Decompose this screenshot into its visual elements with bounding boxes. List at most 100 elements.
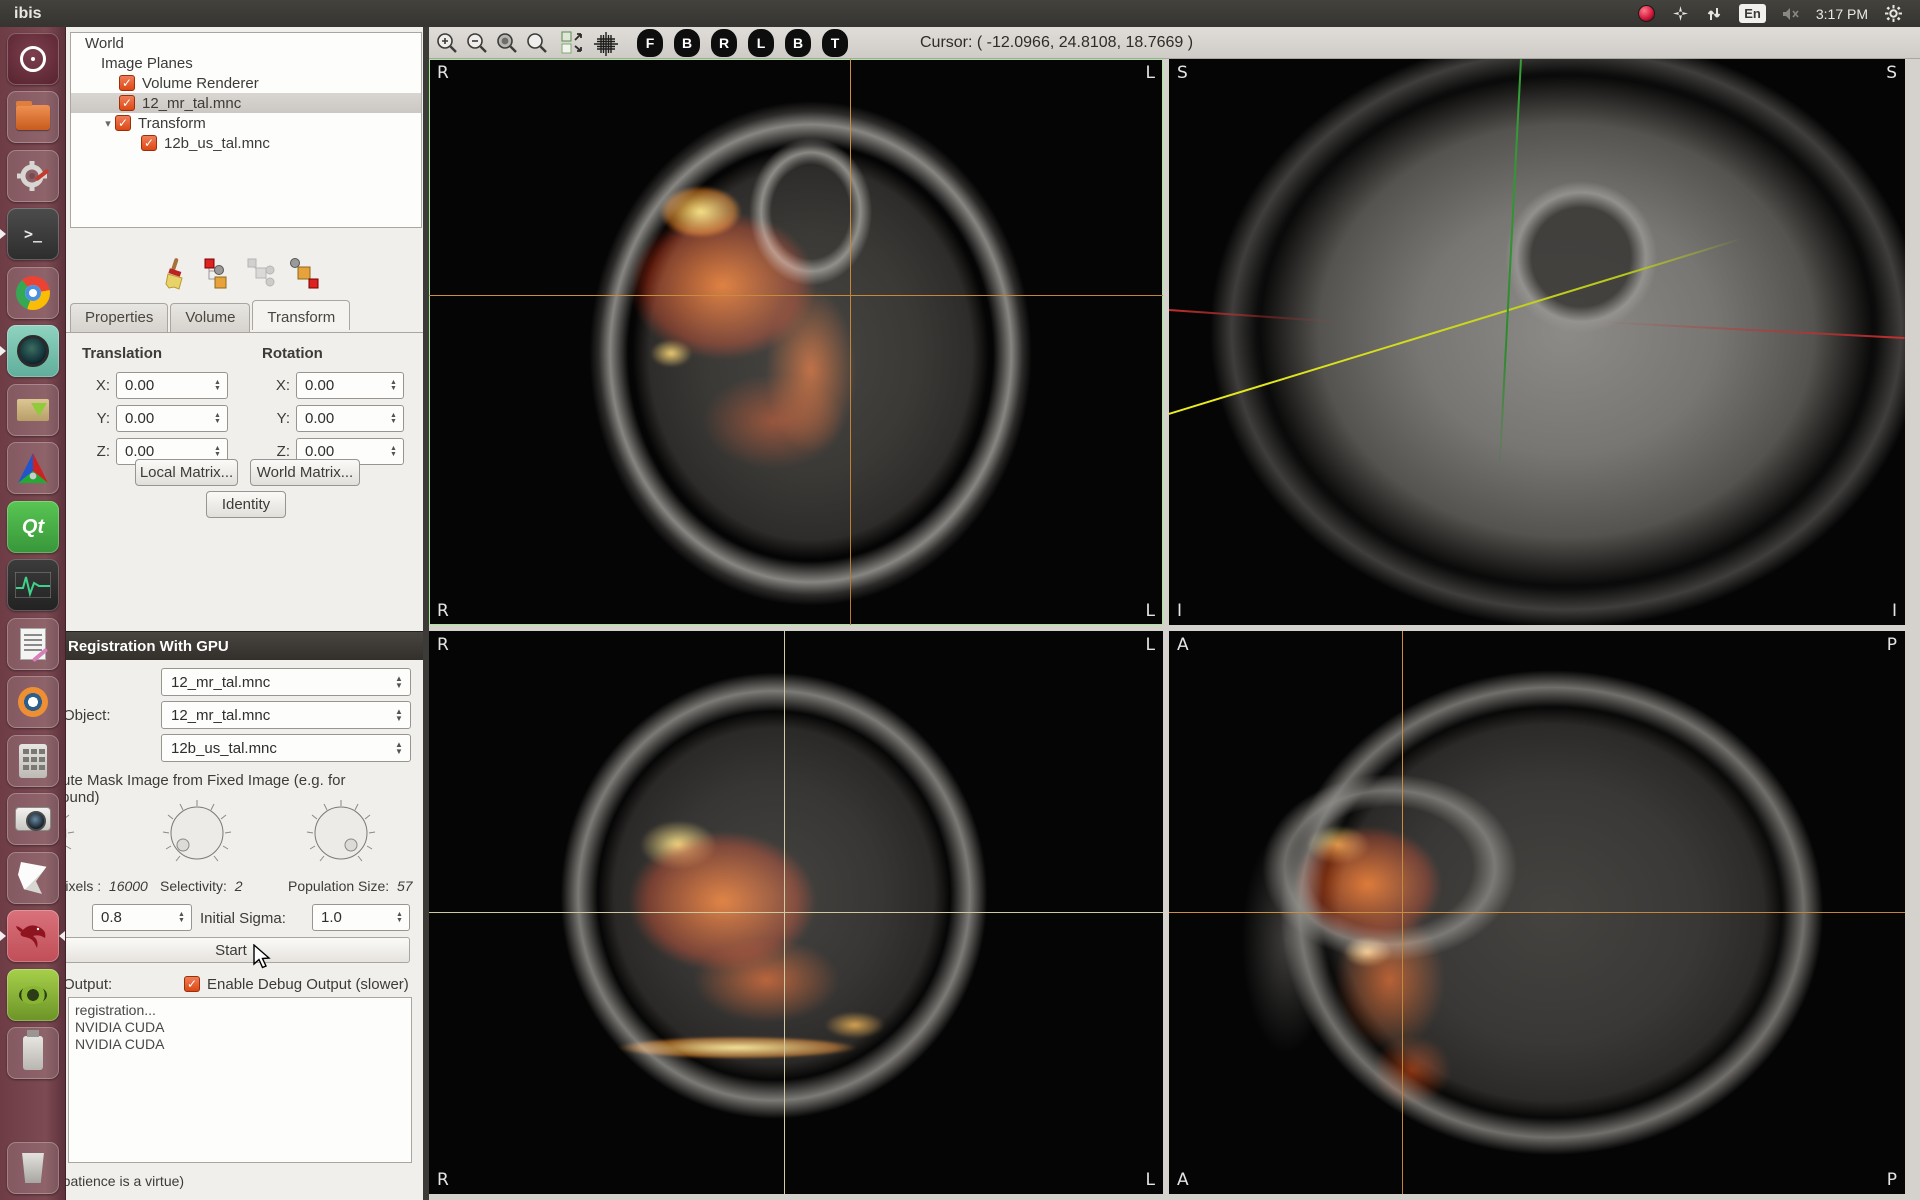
- coronal-horizontal-crosshair[interactable]: [429, 912, 1163, 913]
- target-image-combo[interactable]: 12_mr_tal.mnc ▲▼: [161, 668, 411, 696]
- tree-item-image-planes[interactable]: Image Planes: [71, 53, 421, 73]
- tree-item-us-volume[interactable]: ✓ 12b_us_tal.mnc: [71, 133, 421, 153]
- launcher-item-settings[interactable]: [7, 150, 59, 202]
- tree-item-volume-renderer[interactable]: ✓ Volume Renderer: [71, 73, 421, 93]
- orientation-label: A: [1177, 635, 1189, 655]
- expand-views-icon[interactable]: [561, 31, 585, 55]
- system-tray: En 3:17 PM: [1637, 0, 1902, 27]
- nvidia-eye-icon: [19, 986, 47, 1004]
- selectivity-label: Selectivity: 2: [160, 878, 243, 894]
- network-sync-icon[interactable]: [1705, 5, 1723, 23]
- registration-log[interactable]: registration... NVIDIA CUDA NVIDIA CUDA: [68, 997, 412, 1163]
- launcher-item-nvidia[interactable]: [7, 969, 59, 1021]
- translation-y-spinbox[interactable]: 0.00 ▲▼: [116, 405, 228, 432]
- view-left-button[interactable]: L: [748, 29, 774, 57]
- zoom-in-icon[interactable]: [435, 31, 459, 55]
- sagittal-viewport[interactable]: A P A P: [1169, 631, 1905, 1194]
- launcher-item-system-monitor[interactable]: [7, 559, 59, 611]
- combo-down-icon: ▼: [395, 715, 403, 722]
- tab-properties[interactable]: Properties: [70, 303, 168, 333]
- session-gear-icon[interactable]: [1884, 5, 1902, 23]
- view-bottom-button[interactable]: B: [785, 29, 811, 57]
- orientation-label: I: [1177, 601, 1182, 621]
- launcher-item-scribus[interactable]: [7, 852, 59, 904]
- percentile-spinbox[interactable]: 0.8 ▲▼: [92, 904, 192, 931]
- threed-viewport[interactable]: S S I I: [1169, 59, 1905, 625]
- tab-transform[interactable]: Transform: [252, 300, 350, 330]
- node-graph-disabled-icon[interactable]: [246, 257, 276, 296]
- rotation-y-row: Y: 0.00 ▲▼: [268, 405, 404, 432]
- orientation-label: A: [1177, 1170, 1189, 1190]
- debug-output-label[interactable]: Enable Debug Output (slower): [207, 976, 409, 993]
- combo-down-icon: ▼: [395, 748, 403, 755]
- add-transform-node-icon[interactable]: [203, 257, 233, 296]
- launcher-item-terminal[interactable]: >_: [7, 208, 59, 260]
- tab-volume[interactable]: Volume: [170, 303, 250, 333]
- view-right-button[interactable]: R: [711, 29, 737, 57]
- launcher-item-calculator[interactable]: [7, 735, 59, 787]
- debug-output-checkbox[interactable]: ✓: [184, 976, 200, 992]
- tree-item-transform[interactable]: ▾ ✓ Transform: [71, 113, 421, 133]
- checkbox-checked-icon[interactable]: ✓: [115, 115, 131, 131]
- checkbox-checked-icon[interactable]: ✓: [141, 135, 157, 151]
- launcher-item-ibis[interactable]: [7, 910, 59, 962]
- volume-muted-icon[interactable]: [1782, 5, 1800, 23]
- checkbox-checked-icon[interactable]: ✓: [119, 95, 135, 111]
- tree-item-mr-volume[interactable]: ✓ 12_mr_tal.mnc: [71, 93, 421, 113]
- clean-scene-broom-icon[interactable]: [160, 257, 190, 296]
- launcher-item-trash[interactable]: [7, 1142, 59, 1194]
- checkbox-checked-icon[interactable]: ✓: [119, 75, 135, 91]
- keyboard-layout-indicator[interactable]: En: [1739, 4, 1766, 23]
- running-indicator-arrow: [0, 346, 6, 356]
- rotation-x-row: X: 0.00 ▲▼: [268, 372, 404, 399]
- app-indicator-icon[interactable]: [1637, 5, 1655, 23]
- axial-horizontal-crosshair[interactable]: [429, 295, 1163, 296]
- archive-download-icon: [17, 399, 49, 421]
- axial-vertical-crosshair[interactable]: [850, 59, 851, 625]
- identity-button[interactable]: Identity: [206, 491, 286, 518]
- world-matrix-button[interactable]: World Matrix...: [250, 459, 360, 486]
- launcher-item-qtcreator[interactable]: Qt: [7, 501, 59, 553]
- translation-x-row: X: 0.00 ▲▼: [88, 372, 228, 399]
- reset-planes-grid-icon[interactable]: [593, 31, 617, 55]
- spin-down-icon: ▼: [214, 386, 221, 392]
- launcher-item-dash[interactable]: [7, 33, 59, 85]
- clock[interactable]: 3:17 PM: [1816, 6, 1868, 22]
- object-image-combo[interactable]: 12_mr_tal.mnc ▲▼: [161, 701, 411, 729]
- start-registration-button[interactable]: Start: [52, 937, 410, 963]
- view-top-button[interactable]: T: [822, 29, 848, 57]
- zoom-out-icon[interactable]: [465, 31, 489, 55]
- launcher-item-camera[interactable]: [7, 793, 59, 845]
- initial-sigma-spinbox[interactable]: 1.0 ▲▼: [312, 904, 410, 931]
- object-tabs: Properties Volume Transform: [70, 303, 352, 333]
- view-back-button[interactable]: B: [674, 29, 700, 57]
- population-knob[interactable]: [306, 799, 376, 869]
- ibis-application-window: ibis En 3:17 PM World Image: [0, 0, 1920, 1200]
- rotation-x-spinbox[interactable]: 0.00 ▲▼: [296, 372, 404, 399]
- axial-viewport[interactable]: R L R L: [429, 59, 1163, 625]
- rotation-y-spinbox[interactable]: 0.00 ▲▼: [296, 405, 404, 432]
- local-matrix-button[interactable]: Local Matrix...: [135, 459, 238, 486]
- sagittal-horizontal-crosshair[interactable]: [1169, 912, 1905, 913]
- panel-splitter[interactable]: [423, 27, 429, 1200]
- expand-arrow-icon[interactable]: ▾: [101, 117, 115, 130]
- launcher-item-blender[interactable]: [7, 676, 59, 728]
- pinwheel-indicator-icon[interactable]: [1671, 5, 1689, 23]
- launcher-item-usb-creator[interactable]: [7, 1027, 59, 1079]
- launcher-item-imaging-app[interactable]: [7, 325, 59, 377]
- translation-x-spinbox[interactable]: 0.00 ▲▼: [116, 372, 228, 399]
- launcher-item-chrome[interactable]: [7, 267, 59, 319]
- selectivity-knob[interactable]: [162, 799, 232, 869]
- source-image-combo[interactable]: 12b_us_tal.mnc ▲▼: [161, 734, 411, 762]
- launcher-item-archive[interactable]: [7, 384, 59, 436]
- log-line: NVIDIA CUDA: [75, 1036, 405, 1053]
- coronal-viewport[interactable]: R L R L: [429, 631, 1163, 1194]
- zoom-reset-icon[interactable]: [525, 31, 549, 55]
- tree-item-world[interactable]: World: [71, 33, 421, 53]
- view-front-button[interactable]: F: [637, 29, 663, 57]
- launcher-item-cmake[interactable]: [7, 442, 59, 494]
- launcher-item-files[interactable]: [7, 91, 59, 143]
- launcher-item-text-editor[interactable]: [7, 618, 59, 670]
- zoom-fit-icon[interactable]: [495, 31, 519, 55]
- delete-transform-node-icon[interactable]: [289, 257, 319, 296]
